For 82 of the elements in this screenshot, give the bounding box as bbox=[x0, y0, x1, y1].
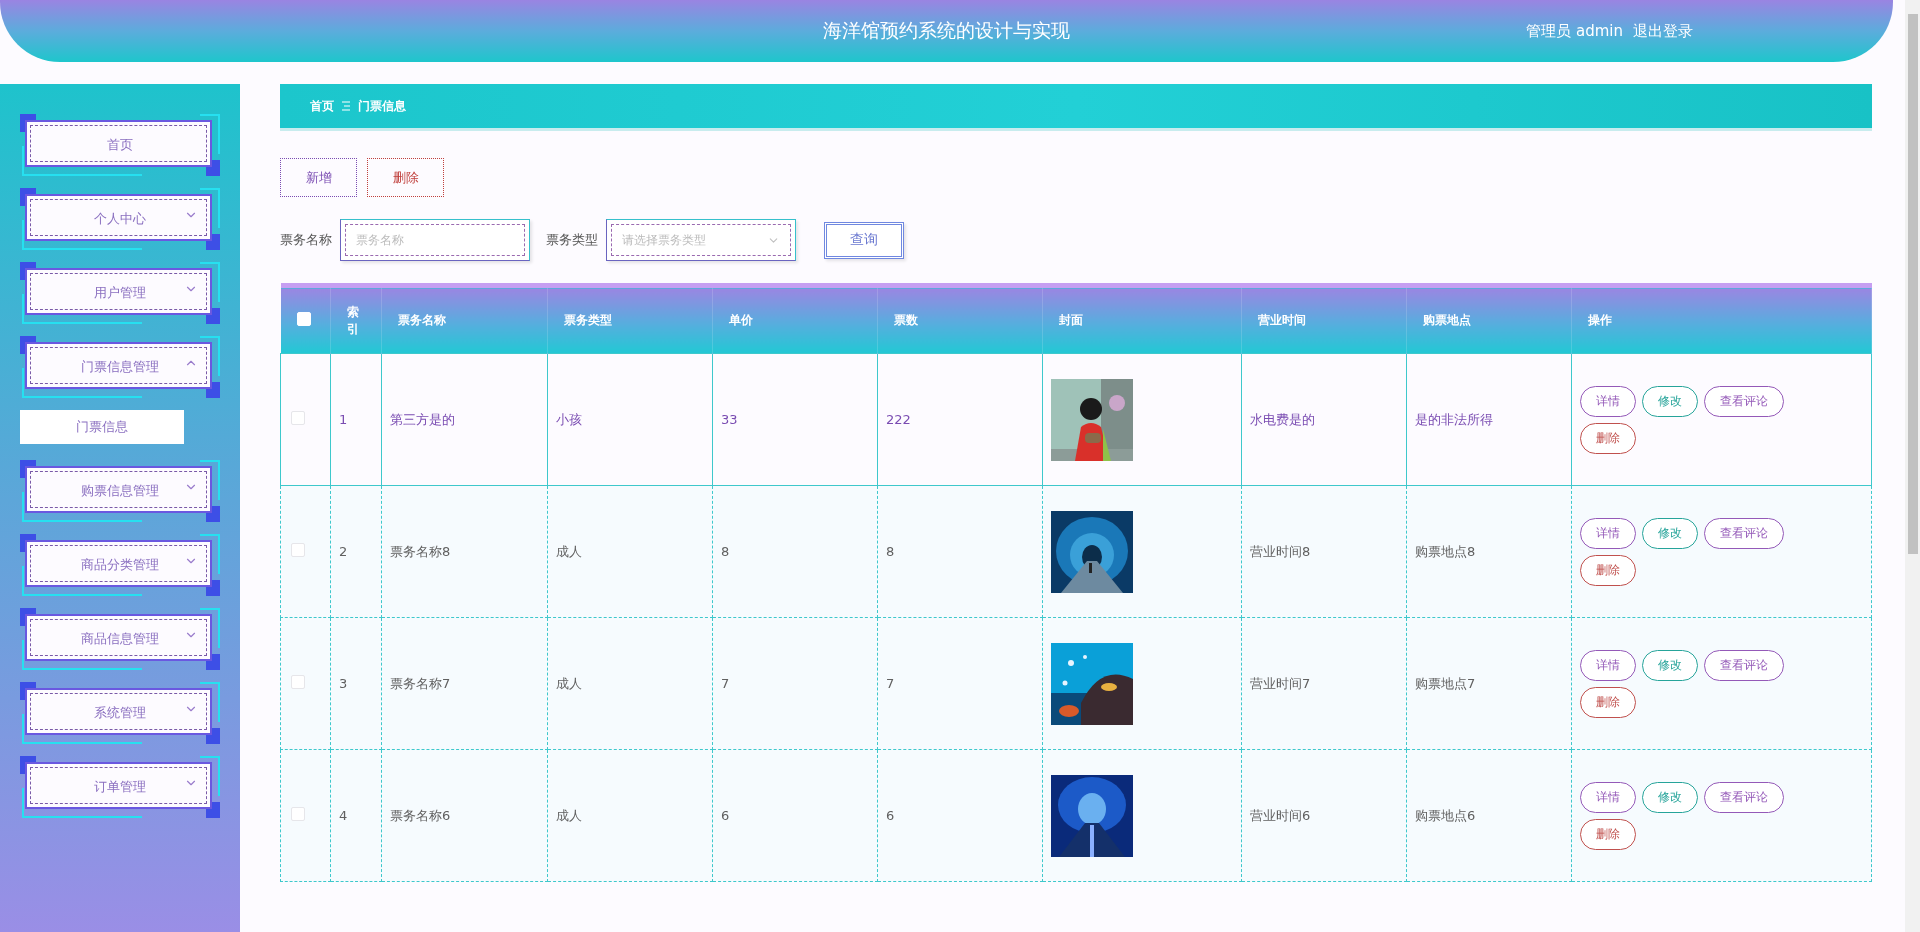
field-label: 票务类型 bbox=[546, 231, 598, 249]
detail-button[interactable]: 详情 bbox=[1580, 385, 1636, 417]
sidebar-item[interactable]: 个人中心 bbox=[20, 188, 220, 250]
table-row[interactable]: 4 票务名称6 成人 6 6 营业时间6 购票地点6 详情 修改 查看评论 删除 bbox=[280, 749, 1872, 882]
field-label: 票务名称 bbox=[280, 231, 332, 249]
menu-icon bbox=[342, 101, 350, 111]
table-cell: 票务名称8 bbox=[390, 543, 451, 559]
table-cell: 7 bbox=[721, 676, 730, 691]
column-header: 单价 bbox=[712, 285, 878, 354]
column-header: 票务类型 bbox=[547, 285, 713, 354]
table-cell: 7 bbox=[886, 676, 895, 691]
sidebar-item[interactable]: 系统管理 bbox=[20, 682, 220, 744]
comments-button[interactable]: 查看评论 bbox=[1704, 781, 1784, 813]
edit-button[interactable]: 修改 bbox=[1642, 649, 1698, 681]
delete-button[interactable]: 删除 bbox=[367, 158, 444, 197]
table-cell: 营业时间8 bbox=[1250, 543, 1311, 559]
checkbox[interactable] bbox=[291, 675, 305, 689]
table-cell: 票务名称6 bbox=[390, 807, 451, 823]
column-header: 操作 bbox=[1571, 285, 1872, 354]
delete-button[interactable]: 删除 bbox=[1580, 818, 1636, 850]
sidebar-item[interactable]: 用户管理 bbox=[20, 262, 220, 324]
column-header: 票数 bbox=[877, 285, 1043, 354]
edit-button[interactable]: 修改 bbox=[1642, 517, 1698, 549]
table-cell: 购票地点8 bbox=[1415, 543, 1476, 559]
detail-button[interactable]: 详情 bbox=[1580, 517, 1636, 549]
table-cell: 水电费是的 bbox=[1250, 411, 1315, 427]
search-button[interactable]: 查询 bbox=[824, 221, 904, 259]
sidebar-item[interactable]: 商品分类管理 bbox=[20, 534, 220, 596]
comments-button[interactable]: 查看评论 bbox=[1704, 517, 1784, 549]
table-cell: 222 bbox=[886, 412, 911, 427]
table-cell: 营业时间7 bbox=[1250, 675, 1311, 691]
table-cell: 6 bbox=[886, 808, 895, 823]
delete-button[interactable]: 删除 bbox=[1580, 422, 1636, 454]
user-label: 管理员 admin bbox=[1526, 21, 1623, 41]
table-cell: 3 bbox=[339, 676, 348, 691]
column-header: 票务名称 bbox=[381, 285, 548, 354]
sidebar-item[interactable]: 商品信息管理 bbox=[20, 608, 220, 670]
comments-button[interactable]: 查看评论 bbox=[1704, 385, 1784, 417]
table-cell: 第三方是的 bbox=[390, 411, 455, 427]
table-cell: 成人 bbox=[556, 543, 582, 559]
detail-button[interactable]: 详情 bbox=[1580, 781, 1636, 813]
table-cell: 2 bbox=[339, 544, 348, 559]
table-row[interactable]: 3 票务名称7 成人 7 7 营业时间7 购票地点7 详情 修改 查看评论 删除 bbox=[280, 617, 1872, 750]
table-row[interactable]: 1 第三方是的 小孩 33 222 水电费是的 是的非法所得 详情 修改 查看评论 删除 bbox=[280, 353, 1872, 486]
checkbox[interactable] bbox=[291, 807, 305, 821]
table-cell: 是的非法所得 bbox=[1415, 411, 1493, 427]
column-header: 索引 bbox=[330, 285, 382, 354]
table-cell: 购票地点7 bbox=[1415, 675, 1476, 691]
delete-button[interactable]: 删除 bbox=[1580, 554, 1636, 586]
edit-button[interactable]: 修改 bbox=[1642, 781, 1698, 813]
table-cell: 购票地点6 bbox=[1415, 807, 1476, 823]
app-title: 海洋馆预约系统的设计与实现 bbox=[823, 18, 1070, 43]
table-cell: 1 bbox=[339, 412, 348, 427]
table-cell: 营业时间6 bbox=[1250, 807, 1311, 823]
table-cell: 4 bbox=[339, 808, 348, 823]
edit-button[interactable]: 修改 bbox=[1642, 385, 1698, 417]
sidebar-item[interactable]: 订单管理 bbox=[20, 756, 220, 818]
delete-button[interactable]: 删除 bbox=[1580, 686, 1636, 718]
sidebar-subitem[interactable]: 门票信息 bbox=[20, 410, 184, 444]
comments-button[interactable]: 查看评论 bbox=[1704, 649, 1784, 681]
scrollbar[interactable] bbox=[1905, 0, 1920, 932]
table-cell: 6 bbox=[721, 808, 730, 823]
column-header: 购票地点 bbox=[1406, 285, 1572, 354]
column-header: 营业时间 bbox=[1241, 285, 1407, 354]
checkbox[interactable] bbox=[291, 543, 305, 557]
table-cell: 成人 bbox=[556, 807, 582, 823]
breadcrumb-item: 门票信息 bbox=[358, 97, 406, 115]
table-cell: 8 bbox=[886, 544, 895, 559]
sidebar-item[interactable]: 购票信息管理 bbox=[20, 460, 220, 522]
column-header: 封面 bbox=[1042, 285, 1242, 354]
sidebar-item[interactable]: 门票信息管理 bbox=[20, 336, 220, 398]
table-cell: 33 bbox=[721, 412, 738, 427]
detail-button[interactable]: 详情 bbox=[1580, 649, 1636, 681]
table-cell: 8 bbox=[721, 544, 730, 559]
table-cell: 小孩 bbox=[556, 411, 582, 427]
table-cell: 成人 bbox=[556, 675, 582, 691]
table-cell: 票务名称7 bbox=[390, 675, 451, 691]
checkbox[interactable] bbox=[291, 411, 305, 425]
sidebar-item[interactable]: 首页 bbox=[20, 114, 220, 176]
table-row[interactable]: 2 票务名称8 成人 8 8 营业时间8 购票地点8 详情 修改 查看评论 删除 bbox=[280, 485, 1872, 618]
input-field[interactable]: 票务名称 bbox=[340, 219, 530, 261]
add-button[interactable]: 新增 bbox=[280, 158, 357, 197]
